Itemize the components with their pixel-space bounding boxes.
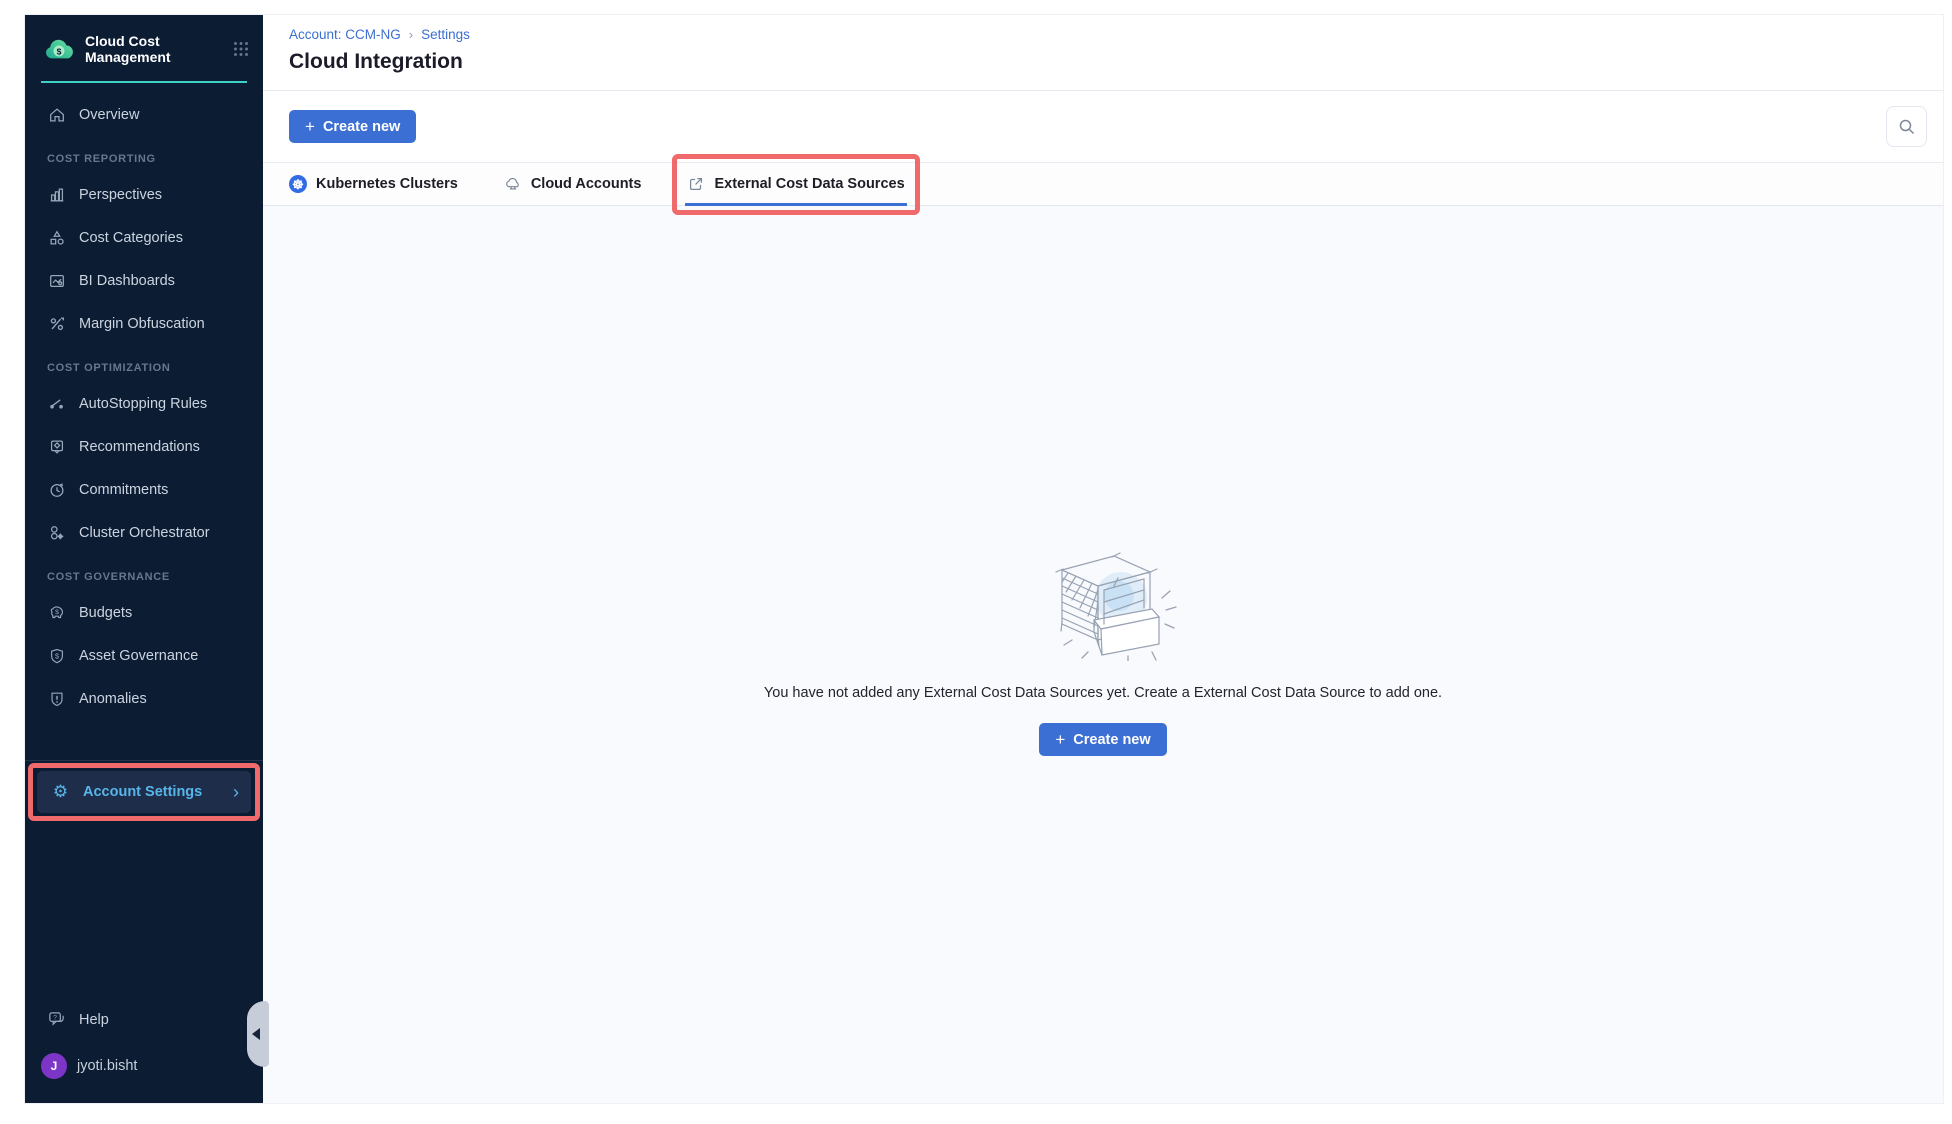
breadcrumb-separator-icon: ›	[409, 27, 413, 42]
help-chat-icon: ?	[47, 1010, 66, 1029]
tab-kubernetes-clusters[interactable]: ☸ Kubernetes Clusters	[289, 163, 458, 205]
shapes-icon	[47, 229, 66, 248]
sidebar-item-asset-governance[interactable]: $ Asset Governance	[33, 638, 255, 674]
sidebar-item-label: Asset Governance	[79, 648, 198, 664]
shield-alert-icon	[47, 690, 66, 709]
sidebar-item-margin-obfuscation[interactable]: Margin Obfuscation	[33, 306, 255, 342]
tab-cloud-accounts[interactable]: Cloud Accounts	[504, 163, 642, 205]
autostopping-slope-icon	[47, 395, 66, 414]
module-grid-icon[interactable]	[233, 41, 249, 57]
sidebar-item-label: Commitments	[79, 482, 168, 498]
gear-icon: ⚙	[51, 782, 70, 802]
tab-label: External Cost Data Sources	[714, 176, 904, 192]
page-title: Cloud Integration	[289, 50, 1917, 74]
tab-label: Kubernetes Clusters	[316, 176, 458, 192]
tab-bar: ☸ Kubernetes Clusters Cloud Accounts Ext…	[263, 162, 1943, 206]
sidebar-item-bi-dashboards[interactable]: BI Dashboards	[33, 263, 255, 299]
collapse-left-icon	[252, 1028, 260, 1040]
home-icon	[47, 106, 66, 125]
external-link-icon	[687, 175, 705, 193]
sidebar: $ Cloud Cost Management Overview C	[25, 15, 263, 1103]
svg-text:$: $	[55, 651, 59, 660]
help-label: Help	[79, 1012, 109, 1028]
sidebar-item-cost-categories[interactable]: Cost Categories	[33, 220, 255, 256]
empty-state-create-new-button[interactable]: + Create new	[1039, 723, 1166, 756]
recommendation-badge-icon	[47, 438, 66, 457]
logo-row: $ Cloud Cost Management	[25, 15, 263, 77]
sidebar-item-label: Cost Categories	[79, 230, 183, 246]
toolbar: + Create new	[263, 91, 1943, 162]
sidebar-bottom: ? Help J jyoti.bisht	[25, 1000, 263, 1103]
sidebar-item-label: BI Dashboards	[79, 273, 175, 289]
content-area: You have not added any External Cost Dat…	[263, 206, 1943, 1103]
empty-state-message: You have not added any External Cost Dat…	[764, 685, 1442, 701]
breadcrumb: Account: CCM-NG › Settings	[289, 27, 1917, 42]
user-menu[interactable]: J jyoti.bisht	[25, 1039, 263, 1083]
section-heading-cost-governance: COST GOVERNANCE	[47, 571, 263, 583]
plus-icon: +	[1055, 731, 1065, 748]
svg-text:$: $	[55, 609, 59, 616]
shield-dollar-icon: $	[47, 647, 66, 666]
sidebar-item-recommendations[interactable]: Recommendations	[33, 429, 255, 465]
app-window: $ Cloud Cost Management Overview C	[24, 14, 1944, 1104]
create-new-label: Create new	[323, 119, 400, 135]
tab-label: Cloud Accounts	[531, 176, 642, 192]
plus-icon: +	[305, 118, 315, 135]
dashboard-image-icon	[47, 272, 66, 291]
cloud-dollar-logo-icon: $	[43, 35, 75, 63]
avatar: J	[41, 1053, 67, 1079]
bar-chart-icon	[47, 186, 66, 205]
breadcrumb-account-link[interactable]: Account: CCM-NG	[289, 27, 401, 42]
cloud-icon	[504, 175, 522, 193]
cluster-gear-icon	[47, 524, 66, 543]
sidebar-nav: Overview COST REPORTING Perspectives Cos…	[25, 83, 263, 724]
create-new-label: Create new	[1073, 732, 1150, 748]
app-title: Cloud Cost Management	[85, 33, 233, 65]
sidebar-item-account-settings[interactable]: ⚙ Account Settings ›	[37, 771, 251, 813]
sidebar-collapse-handle[interactable]	[247, 1001, 269, 1067]
sidebar-item-label: Margin Obfuscation	[79, 316, 205, 332]
sidebar-item-label: Overview	[79, 107, 139, 123]
sidebar-item-overview[interactable]: Overview	[33, 97, 255, 133]
chevron-right-icon: ›	[233, 783, 239, 801]
section-heading-cost-reporting: COST REPORTING	[47, 153, 263, 165]
sidebar-item-label: AutoStopping Rules	[79, 396, 207, 412]
search-button[interactable]	[1886, 106, 1927, 147]
svg-text:$: $	[57, 46, 62, 56]
sidebar-item-cluster-orchestrator[interactable]: Cluster Orchestrator	[33, 515, 255, 551]
clock-refresh-icon	[47, 481, 66, 500]
sidebar-item-anomalies[interactable]: Anomalies	[33, 681, 255, 717]
search-icon	[1898, 118, 1916, 136]
sidebar-item-autostopping-rules[interactable]: AutoStopping Rules	[33, 386, 255, 422]
sidebar-item-label: Anomalies	[79, 691, 147, 707]
sidebar-item-label: Budgets	[79, 605, 132, 621]
kubernetes-icon: ☸	[289, 175, 307, 193]
sidebar-item-perspectives[interactable]: Perspectives	[33, 177, 255, 213]
percent-icon	[47, 315, 66, 334]
sidebar-item-commitments[interactable]: Commitments	[33, 472, 255, 508]
page-header: Account: CCM-NG › Settings Cloud Integra…	[263, 15, 1943, 91]
sidebar-item-label: Perspectives	[79, 187, 162, 203]
help-button[interactable]: ? Help	[25, 1000, 263, 1039]
main-area: Account: CCM-NG › Settings Cloud Integra…	[263, 15, 1943, 1103]
empty-drawer-illustration	[1028, 536, 1178, 661]
divider	[25, 760, 263, 761]
sidebar-item-budgets[interactable]: $ Budgets	[33, 595, 255, 631]
section-heading-cost-optimization: COST OPTIMIZATION	[47, 362, 263, 374]
user-name: jyoti.bisht	[77, 1058, 137, 1074]
sidebar-item-label: Recommendations	[79, 439, 200, 455]
piggy-bank-icon: $	[47, 604, 66, 623]
create-new-button[interactable]: + Create new	[289, 110, 416, 143]
svg-text:?: ?	[53, 1015, 57, 1022]
sidebar-item-label: Cluster Orchestrator	[79, 525, 210, 541]
account-settings-label: Account Settings	[83, 784, 233, 800]
breadcrumb-settings-link[interactable]: Settings	[421, 27, 470, 42]
tab-external-cost-data-sources[interactable]: External Cost Data Sources	[687, 163, 904, 205]
